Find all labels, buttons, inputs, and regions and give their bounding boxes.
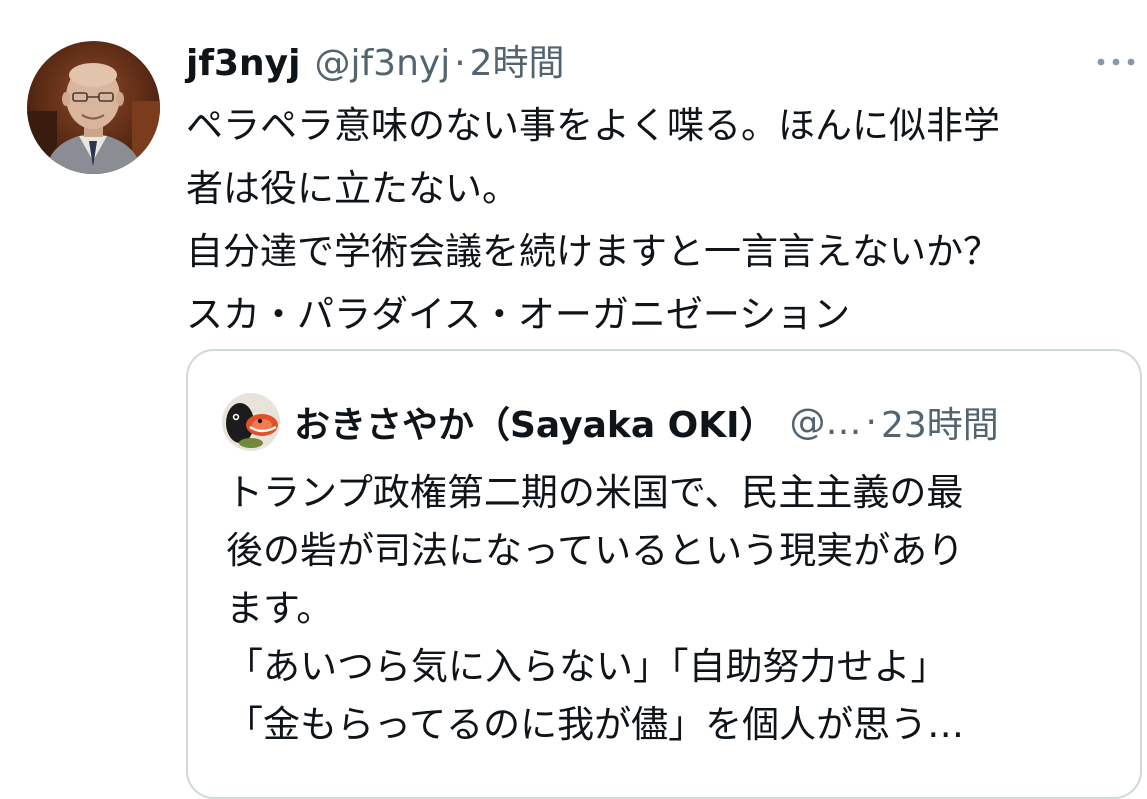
tweet-header: jf3nyj @jf3nyj · 2時間 xyxy=(186,38,565,90)
quoted-header-separator: · xyxy=(865,401,877,443)
tweet-text-line: スカ・パラダイス・オーガニゼーション xyxy=(186,293,851,336)
tweet-text-line: 自分達で学術会議を続けますと一言言えないか？ xyxy=(186,230,1000,273)
tweet-timestamp[interactable]: 2時間 xyxy=(470,38,565,90)
quoted-tweet-timestamp[interactable]: 23時間 xyxy=(881,396,999,448)
quoted-author-avatar[interactable] xyxy=(222,393,280,451)
quoted-tweet-text: トランプ政権第二期の米国で、民主主義の最 後の砦が司法になっているという現実があ… xyxy=(226,464,1126,754)
tweet-text: ペラペラ意味のない事をよく喋る。ほんに似非学 者は役に立たない。 自分達で学術会… xyxy=(186,94,1126,346)
header-separator: · xyxy=(454,43,466,84)
tweet[interactable]: jf3nyj @jf3nyj · 2時間 ペラペラ意味のない事をよく喋る。ほんに… xyxy=(0,0,1147,799)
quoted-text-line: トランプ政権第二期の米国で、民主主義の最 xyxy=(226,471,964,514)
author-handle[interactable]: @jf3nyj xyxy=(315,38,451,90)
quoted-author-handle[interactable]: @… xyxy=(790,402,862,443)
tweet-text-line: ペラペラ意味のない事をよく喋る。ほんに似非学 xyxy=(186,104,1000,147)
quoted-author-display-name[interactable]: おきさやか（Sayaka OKI） xyxy=(294,396,776,448)
quoted-text-line: 後の砦が司法になっているという現実があり xyxy=(226,529,965,572)
author-avatar[interactable] xyxy=(27,41,160,174)
quoted-text-line: 「金もらってるのに我が儘」を個人が思う… xyxy=(226,703,965,746)
quoted-tweet-card[interactable]: おきさやか（Sayaka OKI） @… · 23時間 トランプ政権第二期の米国… xyxy=(186,349,1142,799)
bird-mascot-avatar-icon xyxy=(222,393,280,451)
more-horizontal-icon[interactable] xyxy=(1094,52,1138,72)
quoted-tweet-header: おきさやか（Sayaka OKI） @… · 23時間 xyxy=(222,393,999,451)
quoted-text-line: ます。 xyxy=(226,587,334,630)
author-display-name[interactable]: jf3nyj xyxy=(186,38,301,90)
tweet-text-line: 者は役に立たない。 xyxy=(186,167,519,210)
author-avatar-icon xyxy=(27,41,160,174)
quoted-text-line: 「あいつら気に入らない」「自助努力せよ」 xyxy=(226,645,948,688)
